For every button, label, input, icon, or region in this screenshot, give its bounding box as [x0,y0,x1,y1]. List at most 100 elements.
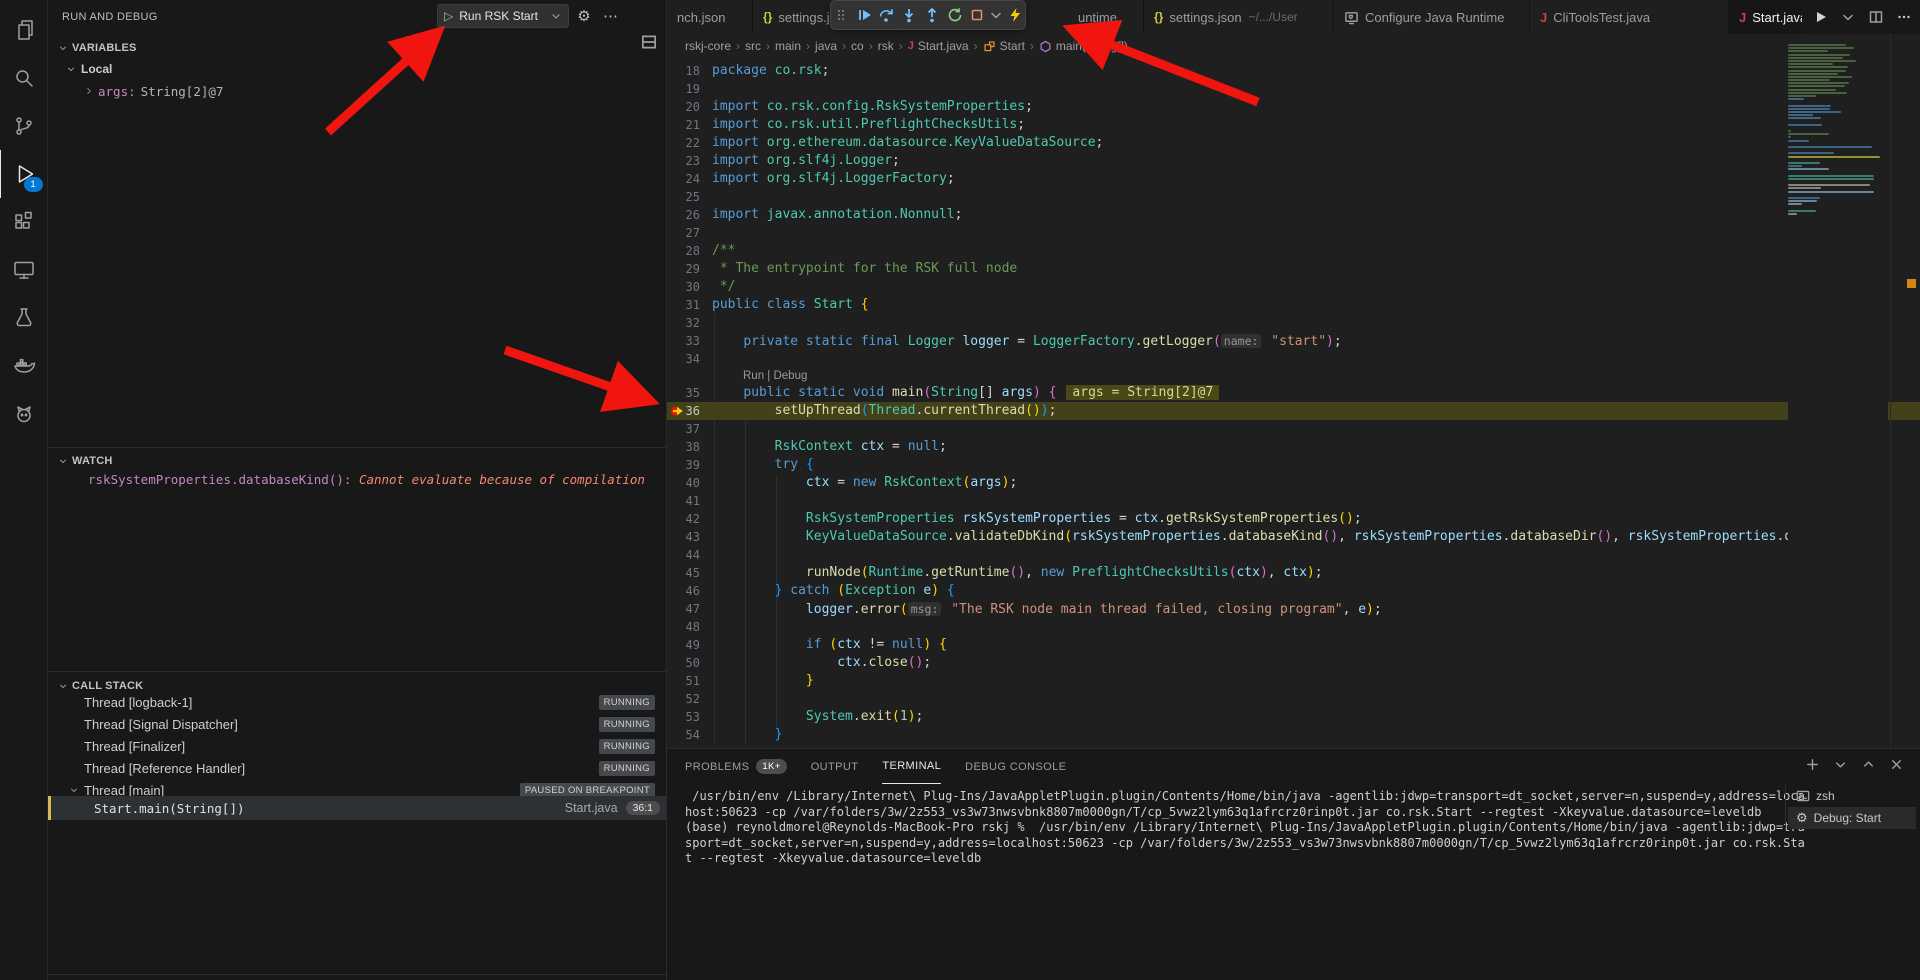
hot-code-replace-icon[interactable] [1005,4,1025,26]
search-icon[interactable] [0,54,48,102]
code-line-45[interactable]: 45 runNode(Runtime.getRuntime(), new Pre… [667,564,1920,582]
breadcrumb-item[interactable]: src [745,39,761,53]
chevron-down-icon[interactable] [990,4,1002,26]
code-line-33[interactable]: 33 private static final Logger logger = … [667,332,1920,350]
terminal-item-debug-start[interactable]: ⚙Debug: Start [1788,807,1916,829]
code-line-26[interactable]: 26import javax.annotation.Nonnull; [667,206,1920,224]
chevron-down-icon[interactable] [1840,9,1856,25]
explorer-icon[interactable] [0,6,48,54]
variables-scope-local[interactable]: Local [66,59,112,79]
breakpoint-paused-icon[interactable] [670,403,686,419]
call-stack-thread[interactable]: Thread [Reference Handler]RUNNING [48,757,667,779]
code-line-35[interactable]: 35 public static void main(String[] args… [667,384,1920,402]
code-line-32[interactable]: 32 [667,314,1920,332]
code-line-48[interactable]: 48 [667,618,1920,636]
run-icon[interactable] [1812,9,1828,25]
source-control-icon[interactable] [0,102,48,150]
code-line-19[interactable]: 19 [667,80,1920,98]
docker-icon[interactable] [0,342,48,390]
code-line-53[interactable]: 53 System.exit(1); [667,708,1920,726]
step-over-icon[interactable] [877,4,897,26]
code-line-21[interactable]: 21import co.rsk.util.PreflightChecksUtil… [667,116,1920,134]
jaguar-icon[interactable] [0,390,48,438]
tab-settings-json[interactable]: {}settings.json~/.../User [1144,0,1334,34]
code-line-44[interactable]: 44 [667,546,1920,564]
plus-icon[interactable] [1805,757,1820,772]
code-line-25[interactable]: 25 [667,188,1920,206]
code-line-50[interactable]: 50 ctx.close(); [667,654,1920,672]
code-editor[interactable]: 18package co.rsk;1920import co.rsk.confi… [667,58,1920,748]
breadcrumb-item[interactable]: main [775,39,801,53]
code-line-49[interactable]: 49 if (ctx != null) { [667,636,1920,654]
stack-frame-selected[interactable]: Start.main(String[])Start.java36:1 [48,796,667,820]
code-line-29[interactable]: 29 * The entrypoint for the RSK full nod… [667,260,1920,278]
code-line-43[interactable]: 43 KeyValueDataSource.validateDbKind(rsk… [667,528,1920,546]
code-line-24[interactable]: 24import org.slf4j.LoggerFactory; [667,170,1920,188]
more-icon[interactable]: ⋯ [599,4,623,28]
tab-clitoolstest-java[interactable]: JCliToolsTest.java [1530,0,1729,34]
step-into-icon[interactable] [899,4,919,26]
terminal-item-zsh[interactable]: zsh [1788,785,1916,807]
breadcrumb-item[interactable]: rsk [878,39,894,53]
panel-tab-problems[interactable]: PROBLEMS1K+ [685,749,787,784]
code-line-37[interactable]: 37 [667,420,1920,438]
breadcrumb-item[interactable]: JStart.java [908,39,969,53]
step-out-icon[interactable] [922,4,942,26]
breadcrumb-item[interactable]: co [851,39,864,53]
code-line-42[interactable]: 42 RskSystemProperties rskSystemProperti… [667,510,1920,528]
panel-tab-debug-console[interactable]: DEBUG CONSOLE [965,749,1066,784]
minimap[interactable] [1788,34,1888,748]
breadcrumb-item[interactable]: rskj-core [685,39,731,53]
more-icon[interactable] [1896,9,1912,25]
restart-icon[interactable] [945,4,965,26]
variable-args[interactable]: args: String[2]@7 [84,81,223,101]
run-and-debug-icon[interactable]: 1 [0,150,49,198]
chevron-up-icon[interactable] [1861,757,1876,772]
terminal-output[interactable]: /usr/bin/env /Library/Internet\ Plug-Ins… [685,789,1805,974]
tab-configure-java-runtime[interactable]: Configure Java Runtime [1334,0,1530,34]
editor-layout-icon[interactable] [640,33,658,51]
code-line-54[interactable]: 54 } [667,726,1920,744]
code-line-38[interactable]: 38 RskContext ctx = null; [667,438,1920,456]
code-line-36[interactable]: 36 setUpThread(Thread.currentThread()); [667,402,1920,420]
continue-icon[interactable] [854,4,874,26]
code-line-52[interactable]: 52 [667,690,1920,708]
breadcrumb-item[interactable]: Start [983,39,1025,53]
gear-icon[interactable]: ⚙ [572,4,596,28]
code-line-34[interactable]: 34 [667,350,1920,368]
code-line-18[interactable]: 18package co.rsk; [667,62,1920,80]
code-line-46[interactable]: 46 } catch (Exception e) { [667,582,1920,600]
code-line-31[interactable]: 31public class Start { [667,296,1920,314]
code-line-39[interactable]: 39 try { [667,456,1920,474]
call-stack-thread[interactable]: Thread [logback-1]RUNNING [48,691,667,713]
breadcrumb-item[interactable]: java [815,39,837,53]
code-line-27[interactable]: 27 [667,224,1920,242]
testing-icon[interactable] [0,294,48,342]
split-editor-icon[interactable] [1868,9,1884,25]
code-line-22[interactable]: 22import org.ethereum.datasource.KeyValu… [667,134,1920,152]
code-line-47[interactable]: 47 logger.error(msg: "The RSK node main … [667,600,1920,618]
chevron-down-icon[interactable] [1833,757,1848,772]
code-line-28[interactable]: 28/** [667,242,1920,260]
code-line-40[interactable]: 40 ctx = new RskContext(args); [667,474,1920,492]
watch-section-header[interactable]: WATCH [52,450,113,472]
breadcrumb-item[interactable]: main(String[]) [1039,39,1128,53]
watch-expression-row[interactable]: rskSystemProperties.databaseKind(): Cann… [88,472,648,487]
code-line-30[interactable]: 30 */ [667,278,1920,296]
variables-section-header[interactable]: VARIABLES [52,37,137,59]
code-line-20[interactable]: 20import co.rsk.config.RskSystemProperti… [667,98,1920,116]
run-config-dropdown[interactable]: ▷ Run RSK Start [437,4,569,28]
code-line-51[interactable]: 51 } [667,672,1920,690]
code-line-23[interactable]: 23import org.slf4j.Logger; [667,152,1920,170]
panel-tab-output[interactable]: OUTPUT [811,749,859,784]
extensions-icon[interactable] [0,198,48,246]
code-line-41[interactable]: 41 [667,492,1920,510]
codelens-run-debug[interactable]: Run | Debug [667,368,1920,384]
call-stack-thread[interactable]: Thread [Signal Dispatcher]RUNNING [48,713,667,735]
close-icon[interactable] [1889,757,1904,772]
remote-explorer-icon[interactable] [0,246,48,294]
stop-icon[interactable] [968,4,988,26]
call-stack-thread[interactable]: Thread [Finalizer]RUNNING [48,735,667,757]
tab-nch-json[interactable]: nch.json [667,0,753,34]
panel-tab-terminal[interactable]: TERMINAL [882,749,941,784]
